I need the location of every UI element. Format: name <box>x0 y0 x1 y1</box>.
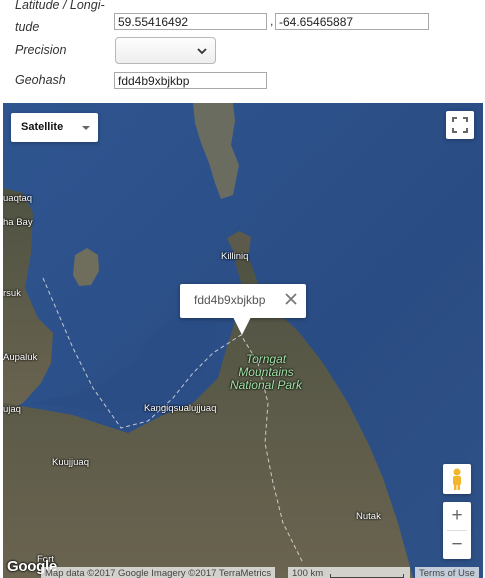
fullscreen-button[interactable] <box>446 111 474 139</box>
latlng-separator: , <box>270 14 274 28</box>
terms-of-use-link[interactable]: Terms of Use <box>415 567 479 578</box>
map-type-select[interactable]: Satellite <box>11 113 98 142</box>
precision-label: Precision <box>15 43 67 57</box>
latlng-label-line1: Latitude / Longi- <box>15 0 105 12</box>
scale-bar-line <box>330 574 404 578</box>
info-window-tail <box>233 317 251 335</box>
latitude-input[interactable] <box>114 13 267 30</box>
zoom-in-button[interactable]: + <box>443 502 471 530</box>
place-uaqtaq: uaqtaq <box>3 193 33 204</box>
place-kuujjuaq: Kuujjuaq <box>52 457 89 468</box>
park-label-line3: National Park <box>229 378 303 392</box>
map-canvas[interactable]: uaqtaq ha Bay Killiniq rsuk Aupaluk ujaq… <box>3 103 483 578</box>
close-icon[interactable] <box>284 292 298 306</box>
info-window-text: fdd4b9xbjkbp <box>194 293 266 307</box>
place-kangiqsualujjuaq: Kangiqsualujjuaq <box>144 403 217 414</box>
latlng-label-line2: tude <box>15 20 40 34</box>
chevron-down-icon <box>197 48 207 55</box>
map-type-label: Satellite <box>21 121 64 133</box>
map-attribution[interactable]: Map data ©2017 Google Imagery ©2017 Terr… <box>41 567 276 578</box>
scale-label: 100 km <box>292 568 324 578</box>
fullscreen-icon <box>452 117 468 133</box>
info-window: fdd4b9xbjkbp <box>180 284 306 335</box>
satellite-imagery <box>3 103 483 578</box>
place-nutak: Nutak <box>356 511 381 522</box>
place-aupaluk: Aupaluk <box>3 352 38 363</box>
geohash-input[interactable] <box>114 72 267 89</box>
pegman-icon <box>453 468 461 490</box>
geohash-label: Geohash <box>15 73 66 87</box>
zoom-out-button[interactable]: − <box>443 531 471 559</box>
longitude-input[interactable] <box>275 13 429 30</box>
street-view-pegman-button[interactable] <box>443 464 471 494</box>
caret-down-icon <box>82 126 90 130</box>
park-label: Torngat Mountains National Park <box>222 353 310 392</box>
place-rsuk: rsuk <box>3 288 21 299</box>
place-ujaq: ujaq <box>3 404 21 415</box>
precision-select[interactable] <box>115 37 216 64</box>
scale-bar[interactable]: 100 km <box>288 567 410 578</box>
place-killiniq: Killiniq <box>221 251 249 262</box>
zoom-control: + − <box>443 502 471 559</box>
place-ha-bay: ha Bay <box>3 217 33 228</box>
latlng-label: Latitude / Longi- tude <box>15 0 105 38</box>
